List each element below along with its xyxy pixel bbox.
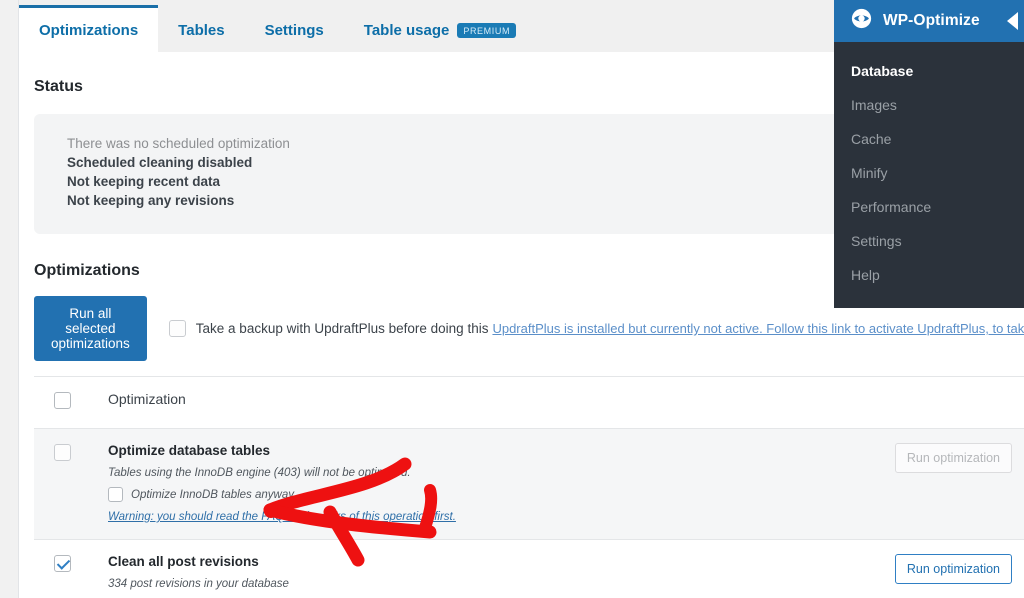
take-backup-control: Take a backup with UpdraftPlus before do…: [168, 320, 1024, 337]
activate-updraftplus-link[interactable]: UpdraftPlus is installed but currently n…: [492, 321, 1024, 336]
optimizations-table: Optimization Optimize database tables Tabl…: [34, 376, 1024, 598]
table-row: Clean all post revisions 334 post revisio…: [34, 540, 1024, 598]
flyout-brand-title: WP-Optimize: [883, 12, 980, 29]
optimize-innodb-checkbox[interactable]: [108, 487, 123, 502]
flyout-item-performance[interactable]: Performance: [834, 190, 1024, 224]
tab-label: Settings: [264, 21, 324, 39]
take-backup-label: Take a backup with UpdraftPlus before do…: [195, 321, 489, 336]
table-row: Optimize database tables Tables using the…: [34, 429, 1024, 540]
select-all-checkbox[interactable]: [54, 392, 71, 409]
flyout-header[interactable]: WP-Optimize: [834, 0, 1024, 42]
wp-optimize-flyout-menu: WP-Optimize Database Images Cache Minify Per…: [834, 0, 1024, 308]
row-checkbox[interactable]: [54, 444, 71, 461]
flyout-menu-list: Database Images Cache Minify Performance Sett…: [834, 42, 1024, 308]
select-all-cell: [54, 391, 108, 414]
flyout-item-help[interactable]: Help: [834, 258, 1024, 292]
tab-optimizations[interactable]: Optimizations: [19, 5, 159, 52]
row-checkbox-cell: [54, 554, 108, 577]
wp-optimize-admin-page: Optimizations Tables Settings Table usage PR…: [0, 0, 1024, 598]
run-optimization-button[interactable]: Run optimization: [894, 554, 1012, 584]
flyout-item-database[interactable]: Database: [834, 54, 1024, 88]
run-all-selected-optimizations-button[interactable]: Run all selected optimizations: [34, 296, 147, 361]
tab-table-usage[interactable]: Table usage PREMIUM: [344, 8, 536, 52]
flyout-item-minify[interactable]: Minify: [834, 156, 1024, 190]
premium-badge: PREMIUM: [457, 22, 517, 38]
row-description: Tables using the InnoDB engine (403) wil…: [108, 467, 411, 479]
flyout-item-settings[interactable]: Settings: [834, 224, 1024, 258]
table-header-row: Optimization: [34, 377, 1024, 429]
tab-label: Optimizations: [39, 21, 139, 39]
row-sub-option: Optimize InnoDB tables anyway.: [108, 487, 872, 502]
tab-label: Table usage: [363, 21, 450, 39]
tab-tables[interactable]: Tables: [158, 8, 244, 52]
row-sub-option-label: Optimize InnoDB tables anyway.: [131, 488, 297, 501]
flyout-item-images[interactable]: Images: [834, 88, 1024, 122]
tab-label: Tables: [178, 21, 225, 39]
run-optimization-button[interactable]: Run optimization: [894, 443, 1012, 473]
take-backup-checkbox[interactable]: [168, 320, 186, 337]
column-header-optimization: Optimization: [108, 391, 186, 407]
row-title: Optimize database tables: [108, 443, 271, 458]
row-description: 334 post revisions in your database: [108, 578, 289, 590]
eye-icon: [851, 8, 872, 34]
admin-left-edge: [0, 0, 19, 598]
row-title: Clean all post revisions: [108, 554, 259, 569]
chevron-left-icon[interactable]: [1004, 11, 1024, 36]
tab-settings[interactable]: Settings: [245, 8, 344, 52]
faq-warning-link[interactable]: Warning: you should read the FAQ on the …: [108, 511, 456, 523]
flyout-item-cache[interactable]: Cache: [834, 122, 1024, 156]
row-checkbox[interactable]: [54, 555, 71, 572]
row-checkbox-cell: [54, 443, 108, 466]
